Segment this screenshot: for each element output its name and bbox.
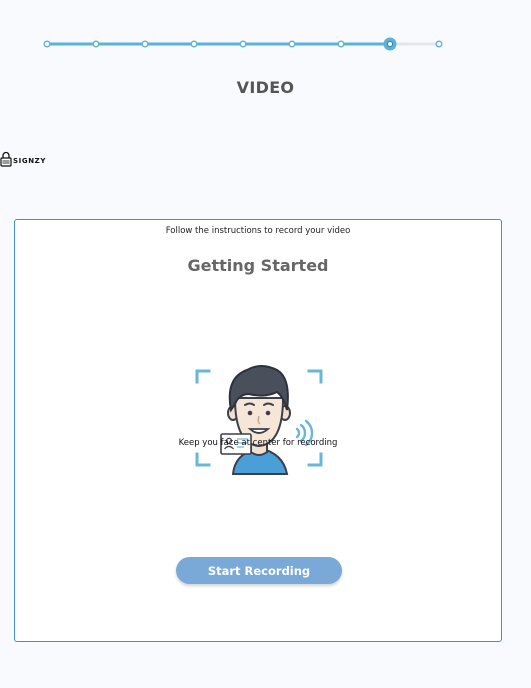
progress-step [190, 40, 198, 48]
progress-step [337, 40, 345, 48]
illustration-caption: Keep you face at center for recording [178, 438, 338, 448]
progress-step [92, 40, 100, 48]
progress-step [239, 40, 247, 48]
brand-logo: SIGNZY [0, 150, 46, 168]
card-heading: Getting Started [187, 256, 329, 275]
lock-logo-icon [0, 151, 12, 167]
instruction-text: Follow the instructions to record your v… [165, 226, 351, 236]
face-scan-illustration [195, 365, 323, 475]
progress-step [288, 40, 296, 48]
progress-step [43, 40, 51, 48]
progress-step-current-dot [387, 41, 393, 47]
progress-stepper [0, 0, 531, 60]
brand-name: SIGNZY [13, 157, 46, 165]
page-title: VIDEO [236, 78, 295, 97]
progress-step [435, 40, 443, 48]
video-instructions-card: Follow the instructions to record your v… [14, 219, 502, 642]
progress-step [141, 40, 149, 48]
start-recording-button[interactable]: Start Recording [176, 557, 342, 584]
progress-stepper-graphic [43, 37, 443, 51]
